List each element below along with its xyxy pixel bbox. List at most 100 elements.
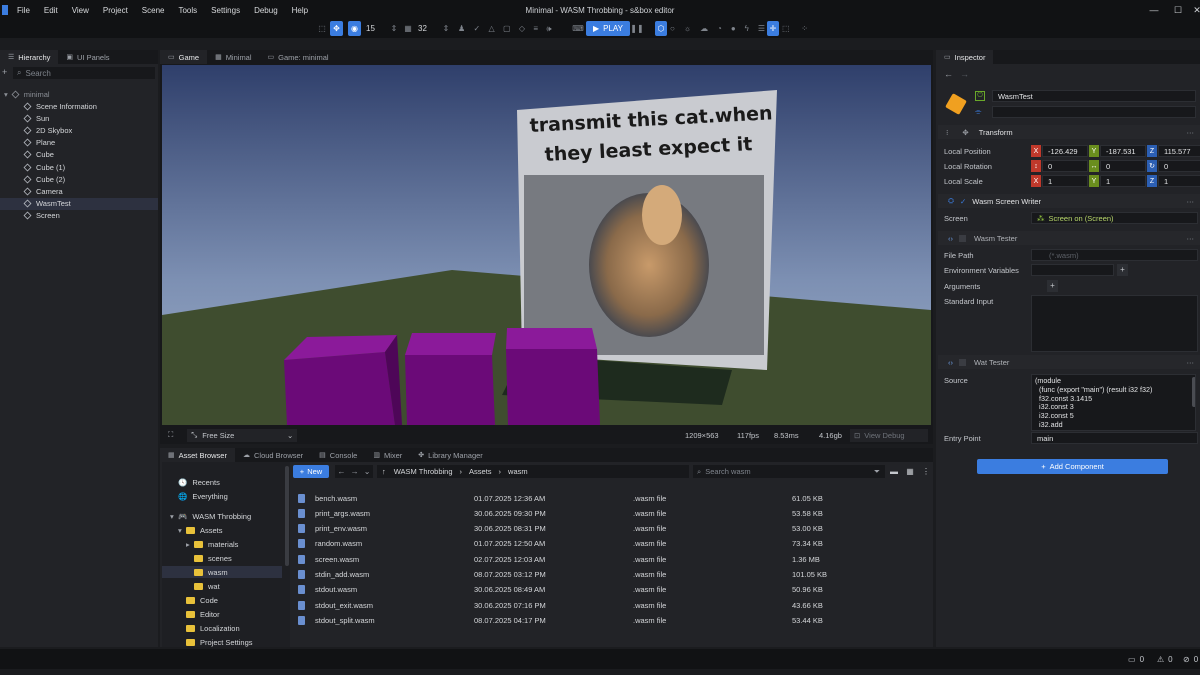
forward-icon[interactable]: → <box>960 69 969 79</box>
shape-icon[interactable]: ◔ <box>717 24 722 33</box>
scene-root[interactable]: ▾ minimal <box>4 88 50 100</box>
checkbox-icon[interactable] <box>959 234 966 242</box>
expand-icon[interactable]: ▾ <box>170 512 178 521</box>
tree-scrollbar[interactable] <box>285 466 289 566</box>
cube-mode-icon[interactable]: ⬡ <box>655 21 667 36</box>
file-row[interactable]: stdin_add.wasm 08.07.2025 03:12 PM .wasm f… <box>293 569 933 581</box>
menu-view[interactable]: View <box>65 6 96 15</box>
expand-icon[interactable]: ▸ <box>186 540 194 549</box>
forward-icon[interactable]: → <box>351 467 359 476</box>
expand-icon[interactable]: ⬚ <box>782 24 790 33</box>
tab-library-manager[interactable]: ✤ Library Manager <box>410 448 490 462</box>
hierarchy-item[interactable]: 2D Skybox <box>0 124 158 136</box>
file-row[interactable]: bench.wasm 01.07.2025 12:36 AM .wasm file 6… <box>293 492 933 504</box>
rotation-z-input[interactable]: 0 <box>1158 160 1200 172</box>
file-row[interactable]: print_args.wasm 30.06.2025 09:30 PM .wasm … <box>293 507 933 519</box>
position-x-input[interactable]: -126.429 <box>1042 145 1088 157</box>
hierarchy-item[interactable]: Sun <box>0 112 158 124</box>
sphere-icon[interactable]: ● <box>731 24 736 33</box>
bolt-icon[interactable]: ϟ <box>745 24 749 33</box>
chevron-down-icon[interactable]: ⌄ <box>364 467 371 476</box>
file-row[interactable]: stdout_exit.wasm 30.06.2025 07:16 PM .wasm… <box>293 599 933 611</box>
rotation-x-input[interactable]: 0 <box>1042 160 1088 172</box>
spinner-icon[interactable]: ⇕ <box>390 21 398 36</box>
screen-reference-field[interactable]: ⁂ Screen on (Screen) <box>1031 212 1198 224</box>
source-code-editor[interactable]: (module (func (export "main") (result i3… <box>1031 374 1196 431</box>
new-asset-button[interactable]: + New <box>293 465 329 478</box>
tree-item[interactable]: 🕓 Recents <box>162 476 282 488</box>
minimize-icon[interactable]: — <box>1147 3 1161 17</box>
file-path-input[interactable]: (*.wasm) <box>1031 249 1198 261</box>
tab-minimal[interactable]: ▦ Minimal <box>207 50 259 64</box>
close-icon[interactable]: ✕ <box>1190 3 1200 17</box>
network-icon[interactable]: ⌯ <box>975 107 985 117</box>
hierarchy-item[interactable]: WasmTest <box>0 197 158 210</box>
file-row[interactable]: random.wasm 01.07.2025 12:50 AM .wasm file… <box>293 538 933 550</box>
move-tool-icon[interactable]: ✥ <box>330 21 343 36</box>
enabled-toggle-icon[interactable]: ⏻ <box>975 91 985 101</box>
screen-writer-header[interactable]: ⛭ ✓ Wasm Screen Writer ⋯ <box>938 194 1200 208</box>
menu-scene[interactable]: Scene <box>135 6 172 15</box>
tab-game-minimal[interactable]: ▭ Game: minimal <box>260 50 337 64</box>
tree-item[interactable]: wat <box>162 580 282 592</box>
folder-view-icon[interactable]: ▬ <box>890 467 898 476</box>
position-z-input[interactable]: 115.577 <box>1158 145 1200 157</box>
add-object-icon[interactable]: + <box>2 67 12 79</box>
menu-help[interactable]: Help <box>285 6 315 15</box>
breadcrumb-item[interactable]: wasm <box>508 467 528 476</box>
layers-icon[interactable]: ☰ <box>758 24 765 33</box>
hierarchy-item[interactable]: Camera <box>0 185 158 197</box>
menu-settings[interactable]: Settings <box>204 6 247 15</box>
file-row[interactable]: screen.wasm 02.07.2025 12:03 AM .wasm file… <box>293 553 933 565</box>
size-mode-dropdown[interactable]: ⤡ Free Size ⌄ <box>187 428 298 442</box>
fullscreen-icon[interactable]: ⛶ <box>168 430 173 440</box>
add-env-button[interactable]: + <box>1117 264 1128 276</box>
menu-file[interactable]: File <box>10 6 37 15</box>
tab-console[interactable]: ▤ Console <box>311 448 365 462</box>
scale-y-input[interactable]: 1 <box>1100 175 1146 187</box>
menu-tools[interactable]: Tools <box>171 6 204 15</box>
view-debug-dropdown[interactable]: ⊡ View Debug <box>850 428 928 442</box>
back-icon[interactable]: ← <box>338 467 346 476</box>
play-button[interactable]: ▶ PLAY <box>586 21 630 36</box>
snap-angle-field[interactable]: 15 <box>363 21 393 36</box>
select-tool-icon[interactable]: ⬚ <box>316 21 328 36</box>
more-icon[interactable]: ⋯ <box>1187 197 1195 206</box>
game-view[interactable]: transmit this cat.when they least expect… <box>162 65 931 425</box>
tree-item[interactable]: 🌐 Everything <box>162 490 282 502</box>
add-component-button[interactable]: + Add Component <box>977 459 1168 474</box>
walk-icon[interactable]: ♟ <box>458 24 465 33</box>
env-vars-list[interactable] <box>1031 264 1114 276</box>
stdin-textarea[interactable] <box>1031 295 1198 352</box>
maximize-icon[interactable]: ☐ <box>1171 3 1185 17</box>
hierarchy-item[interactable]: Screen <box>0 210 158 222</box>
hierarchy-item[interactable]: Plane <box>0 137 158 149</box>
grid-size-field[interactable]: 32 <box>415 21 445 36</box>
tab-ui-panels[interactable]: ▣ UI Panels <box>58 50 117 64</box>
tree-item[interactable]: Localization <box>162 622 282 634</box>
entry-point-input[interactable]: main <box>1031 432 1198 444</box>
more-icon[interactable]: ⋯ <box>1187 128 1195 137</box>
triangle-icon[interactable]: △ <box>489 24 495 33</box>
hierarchy-item[interactable]: Cube (2) <box>0 173 158 185</box>
spinner-icon[interactable]: ⇕ <box>442 21 450 36</box>
asset-search-input[interactable]: ⌕ Search wasm ⏷ <box>693 465 885 478</box>
dots-icon[interactable]: ⁘ <box>801 24 808 33</box>
tab-asset-browser[interactable]: ▦ Asset Browser <box>160 448 235 462</box>
menu-debug[interactable]: Debug <box>247 6 285 15</box>
back-icon[interactable]: ← <box>944 69 953 79</box>
object-name-input[interactable]: WasmTest <box>992 90 1196 102</box>
more-icon[interactable]: ⋮ <box>922 467 930 476</box>
position-y-input[interactable]: -187.531 <box>1100 145 1146 157</box>
add-argument-button[interactable]: + <box>1047 280 1058 292</box>
hierarchy-item[interactable]: Scene Information <box>0 100 158 112</box>
tab-hierarchy[interactable]: ☰ Hierarchy <box>0 50 59 64</box>
tab-mixer[interactable]: ▥ Mixer <box>365 448 410 462</box>
source-scrollbar[interactable] <box>1192 377 1195 407</box>
tags-field[interactable] <box>992 106 1196 118</box>
circle-icon[interactable]: ○ <box>670 24 675 33</box>
filter-icon[interactable]: ⏷ <box>874 467 880 477</box>
breadcrumb-item[interactable]: WASM Throbbing <box>394 467 453 476</box>
breadcrumb-item[interactable]: Assets <box>469 467 492 476</box>
check-icon[interactable]: ✓ <box>960 197 966 206</box>
